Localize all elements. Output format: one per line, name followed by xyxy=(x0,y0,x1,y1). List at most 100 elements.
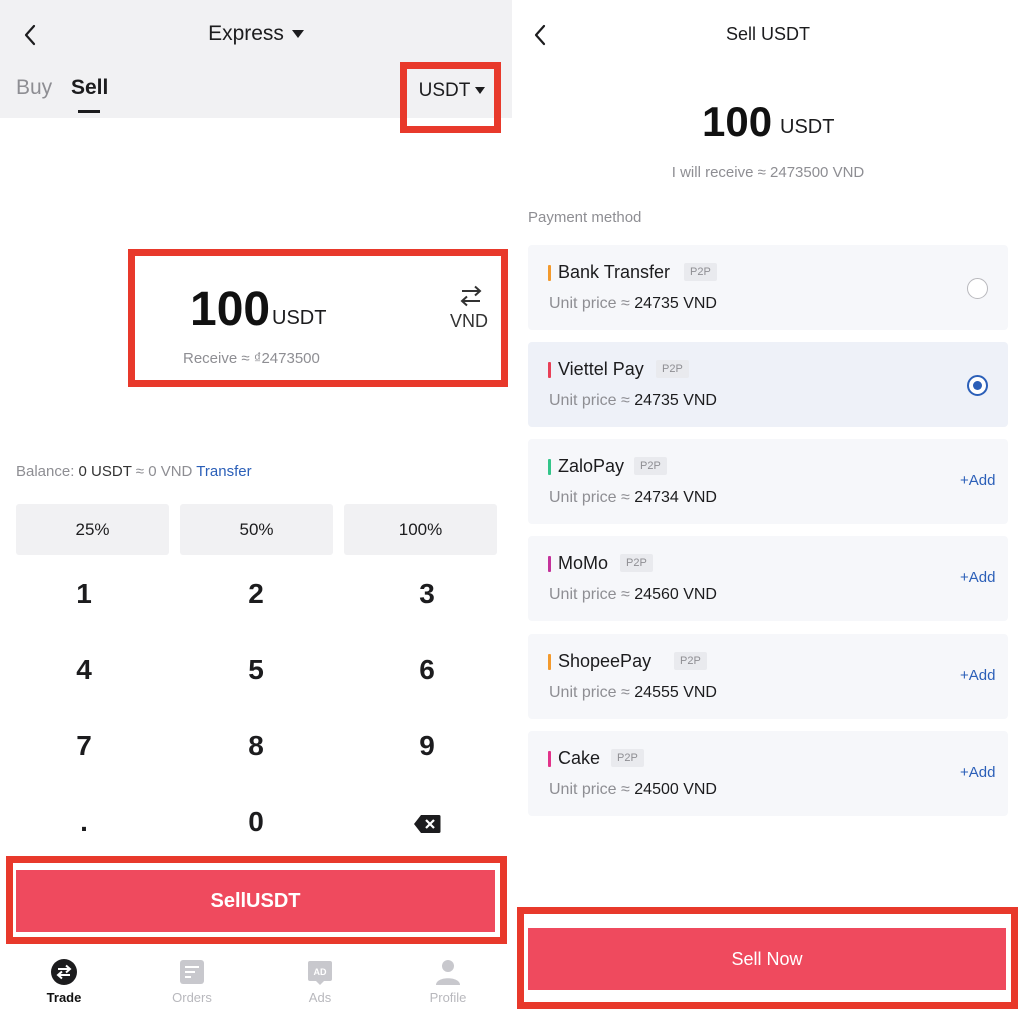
payment-method-momo[interactable]: MoMo P2P Unit price ≈ 24560 VND +Add xyxy=(528,536,1008,621)
key-4[interactable]: 4 xyxy=(24,642,144,698)
unit-price-label: Unit price ≈ xyxy=(549,781,630,798)
swap-icon[interactable] xyxy=(459,285,483,307)
payment-method-label: Payment method xyxy=(528,209,642,226)
key-3[interactable]: 3 xyxy=(367,566,487,622)
balance-row: Balance: 0 USDT ≈ 0 VND Transfer xyxy=(16,463,252,480)
express-screen: Express Buy Sell USDT 1 0 0 USDT VND Recei… xyxy=(0,0,512,1024)
nav-trade[interactable]: Trade xyxy=(14,958,114,1005)
sell-amount-value: 100 xyxy=(702,98,773,145)
add-method-button[interactable]: +Add xyxy=(960,569,995,586)
ads-icon: AD xyxy=(308,961,332,985)
orders-icon xyxy=(180,960,204,984)
method-color-bar xyxy=(548,654,551,670)
payment-method-zalopay[interactable]: ZaloPay P2P Unit price ≈ 24734 VND +Add xyxy=(528,439,1008,524)
nav-profile[interactable]: Profile xyxy=(398,958,498,1005)
unit-price-value: 24735 VND xyxy=(634,392,717,409)
express-title[interactable]: Express xyxy=(0,22,512,46)
receive-estimate: Receive ≈ ₫2473500 xyxy=(183,350,320,367)
unit-price-value: 24555 VND xyxy=(634,684,717,701)
key-1[interactable]: 1 xyxy=(24,566,144,622)
unit-price-value: 24735 VND xyxy=(634,295,717,312)
key-7[interactable]: 7 xyxy=(24,718,144,774)
nav-orders-label: Orders xyxy=(172,990,212,1005)
payment-method-shopeepay[interactable]: ShopeePay P2P Unit price ≈ 24555 VND +Ad… xyxy=(528,634,1008,719)
unit-price-label: Unit price ≈ xyxy=(549,684,630,701)
unit-price-value: 24560 VND xyxy=(634,586,717,603)
method-name: MoMo xyxy=(558,553,609,573)
balance-approx: ≈ 0 VND xyxy=(135,463,193,480)
sell-usdt-screen: Sell USDT 100 USDT I will receive ≈ 2473… xyxy=(512,0,1024,1024)
add-method-button[interactable]: +Add xyxy=(960,472,995,489)
unit-price-label: Unit price ≈ xyxy=(549,586,630,603)
method-unit-price: Unit price ≈ 24560 VND xyxy=(549,586,717,604)
add-method-button[interactable]: +Add xyxy=(960,667,995,684)
key-6[interactable]: 6 xyxy=(367,642,487,698)
currency-swap-label[interactable]: VND xyxy=(450,311,488,332)
method-radio-unselected[interactable] xyxy=(967,278,988,299)
key-0[interactable]: 0 xyxy=(196,794,316,850)
nav-ads[interactable]: AD Ads xyxy=(270,958,370,1005)
method-unit-price: Unit price ≈ 24500 VND xyxy=(549,781,717,799)
method-color-bar xyxy=(548,265,551,281)
p2p-tag: P2P xyxy=(611,749,644,767)
add-method-button[interactable]: +Add xyxy=(960,764,995,781)
method-radio-selected[interactable] xyxy=(967,375,988,396)
unit-price-value: 24500 VND xyxy=(634,781,717,798)
key-5[interactable]: 5 xyxy=(196,642,316,698)
ads-icon-text: AD xyxy=(314,967,327,977)
tab-sell[interactable]: Sell xyxy=(71,76,108,100)
highlight-box-asset xyxy=(400,62,501,133)
amount-value[interactable]: 100 xyxy=(190,282,270,337)
percent-50-button[interactable]: 50% xyxy=(180,504,333,555)
unit-price-label: Unit price ≈ xyxy=(549,489,630,506)
method-color-bar xyxy=(548,556,551,572)
payment-method-viettel-pay[interactable]: Viettel Pay P2P Unit price ≈ 24735 VND xyxy=(528,342,1008,427)
unit-price-label: Unit price ≈ xyxy=(549,392,630,409)
nav-orders[interactable]: Orders xyxy=(142,958,242,1005)
highlight-box-sell xyxy=(6,856,507,944)
caret-down-icon xyxy=(291,30,304,39)
screenshot-root: Express Buy Sell USDT 100 USDT VND Recei… xyxy=(0,0,1024,1024)
tab-buy[interactable]: Buy xyxy=(16,76,52,100)
key-2[interactable]: 2 xyxy=(196,566,316,622)
balance-label: Balance: xyxy=(16,463,75,480)
payment-method-bank-transfer[interactable]: Bank Transfer P2P Unit price ≈ 24735 VND xyxy=(528,245,1008,330)
receive-estimate: I will receive ≈ 2473500 VND xyxy=(671,164,865,181)
payment-method-cake[interactable]: Cake P2P Unit price ≈ 24500 VND +Add xyxy=(528,731,1008,816)
method-color-bar xyxy=(548,751,551,767)
p2p-tag: P2P xyxy=(674,652,707,670)
method-name: Viettel Pay xyxy=(558,359,644,379)
express-title-label: Express xyxy=(208,22,284,45)
p2p-tag: P2P xyxy=(656,360,689,378)
nav-profile-label: Profile xyxy=(429,990,467,1005)
backspace-icon xyxy=(414,814,441,833)
p2p-tag: P2P xyxy=(620,554,653,572)
tab-active-indicator xyxy=(78,110,100,113)
amount-unit: USDT xyxy=(272,307,327,329)
key-8[interactable]: 8 xyxy=(196,718,316,774)
percent-100-button[interactable]: 100% xyxy=(344,504,497,555)
key-9[interactable]: 9 xyxy=(367,718,487,774)
percent-25-button[interactable]: 25% xyxy=(16,504,169,555)
method-unit-price: Unit price ≈ 24555 VND xyxy=(549,684,717,702)
page-title: Sell USDT xyxy=(725,24,810,44)
key-backspace[interactable] xyxy=(367,794,487,850)
bottom-navigation: Trade Orders AD Ads Profile xyxy=(0,948,512,1024)
method-unit-price: Unit price ≈ 24734 VND xyxy=(549,489,717,507)
method-name: Bank Transfer xyxy=(558,262,671,282)
key-decimal[interactable]: . xyxy=(24,794,144,850)
transfer-link[interactable]: Transfer xyxy=(196,463,251,480)
balance-value: 0 USDT xyxy=(78,463,132,480)
method-color-bar xyxy=(548,459,551,475)
highlight-box-sell-now xyxy=(517,907,1018,1009)
nav-trade-label: Trade xyxy=(46,990,82,1005)
p2p-tag: P2P xyxy=(634,457,667,475)
sell-amount-unit: USDT xyxy=(780,116,835,138)
profile-icon xyxy=(436,960,460,985)
trade-icon xyxy=(51,959,77,985)
method-name: ShopeePay xyxy=(558,651,652,671)
method-unit-price: Unit price ≈ 24735 VND xyxy=(549,295,717,313)
method-name: Cake xyxy=(558,748,601,768)
method-name: ZaloPay xyxy=(558,456,625,476)
method-unit-price: Unit price ≈ 24735 VND xyxy=(549,392,717,410)
